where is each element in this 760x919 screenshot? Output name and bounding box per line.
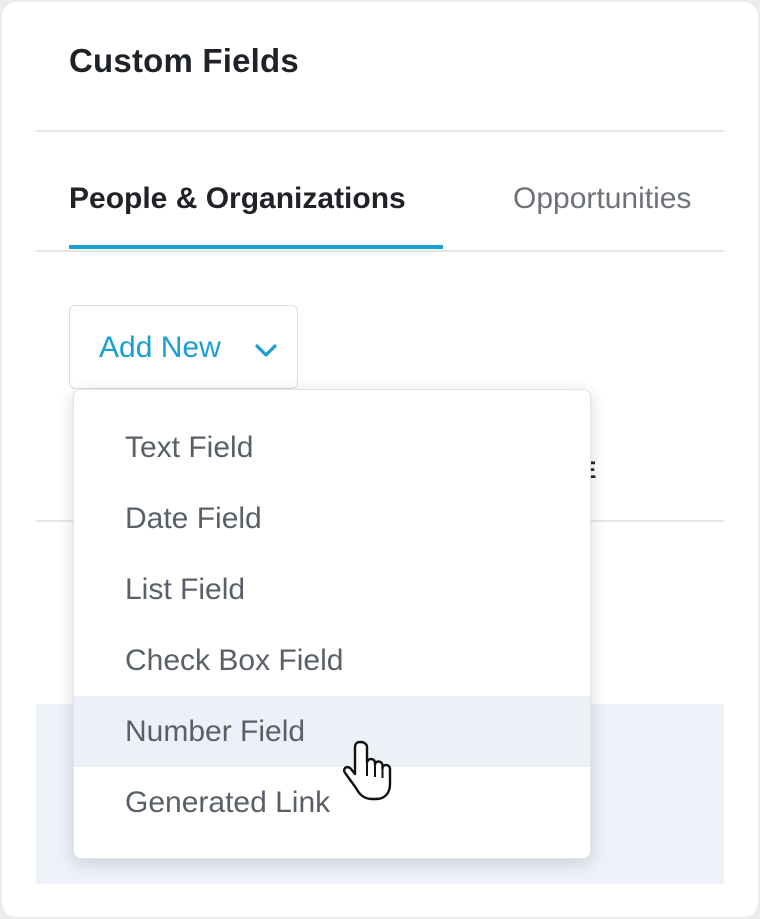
menu-item-number-field[interactable]: Number Field xyxy=(74,696,590,767)
add-new-button[interactable]: Add New xyxy=(69,305,298,389)
page-title: Custom Fields xyxy=(69,42,299,79)
tab-opportunities[interactable]: Opportunities xyxy=(513,182,691,216)
tabs-divider xyxy=(36,250,724,252)
tab-bar: People & Organizations Opportunities xyxy=(36,132,724,250)
add-new-label: Add New xyxy=(99,331,221,364)
menu-item-text-field[interactable]: Text Field xyxy=(74,412,590,483)
active-tab-indicator xyxy=(69,245,443,249)
hand-pointer-icon xyxy=(343,740,392,801)
menu-item-generated-link[interactable]: Generated Link xyxy=(74,767,590,838)
menu-item-list-field[interactable]: List Field xyxy=(74,554,590,625)
menu-item-date-field[interactable]: Date Field xyxy=(74,483,590,554)
add-new-dropdown-menu: Text Field Date Field List Field Check B… xyxy=(73,389,591,859)
menu-item-check-box-field[interactable]: Check Box Field xyxy=(74,625,590,696)
tab-people-organizations[interactable]: People & Organizations xyxy=(69,182,406,216)
chevron-down-icon xyxy=(255,344,277,357)
